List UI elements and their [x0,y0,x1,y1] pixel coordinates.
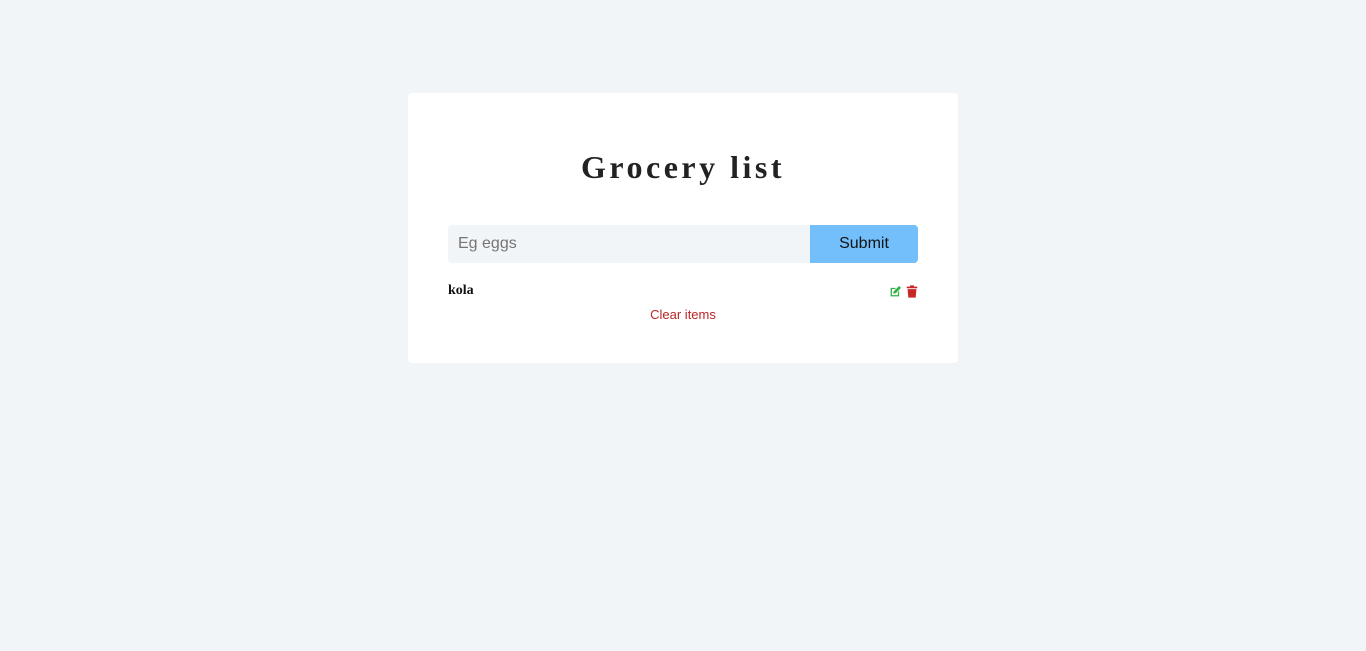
grocery-card: Grocery list Submit kola [408,93,958,363]
grocery-form: Submit [448,225,918,263]
clear-items-button[interactable]: Clear items [448,307,918,322]
grocery-input[interactable] [448,225,810,263]
edit-icon[interactable] [889,284,902,298]
item-actions [889,284,918,298]
page-title: Grocery list [580,149,785,185]
item-name: kola [448,283,474,298]
list-item: kola [448,281,918,301]
grocery-list: kola [448,281,918,301]
trash-icon[interactable] [905,284,918,298]
submit-button[interactable]: Submit [810,225,918,263]
